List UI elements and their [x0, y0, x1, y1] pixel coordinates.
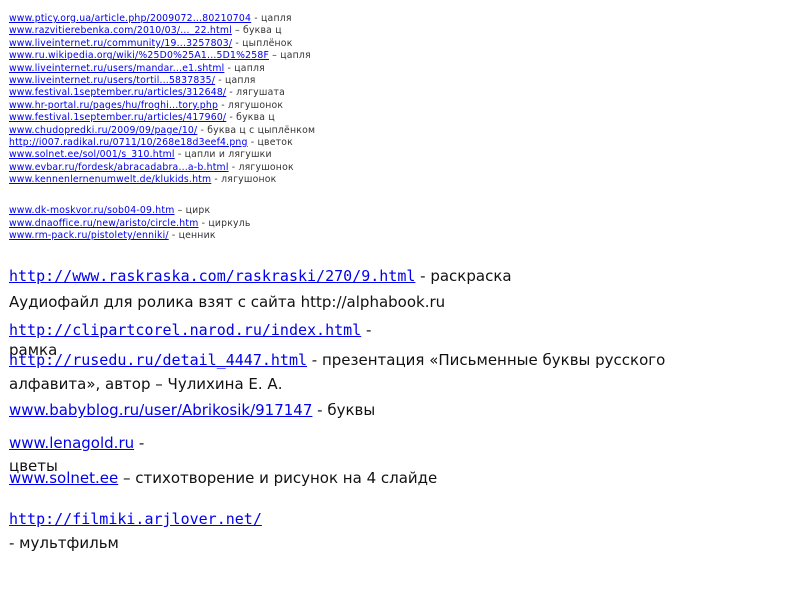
small-link-desc: - лягушата [226, 87, 285, 99]
small-link-line: www.solnet.ee/sol/001/s_310.html - цапли… [9, 149, 709, 161]
small-link-line: www.rm-pack.ru/pistolety/enniki/ - ценни… [9, 230, 709, 242]
small-link-desc: – буква ц [231, 25, 282, 37]
audio-source-text: Аудиофайл для ролика взят с сайта http:/… [9, 293, 446, 311]
small-link-desc: - цапля [251, 13, 292, 24]
small-link-desc: - ценник [168, 230, 216, 242]
small-link[interactable]: www.pticy.org.ua/article.php/2009072...8… [9, 13, 251, 24]
small-link[interactable]: www.festival.1september.ru/articles/4179… [9, 112, 226, 123]
small-link-line: www.evbar.ru/fordesk/abracadabra...a-b.h… [9, 162, 709, 174]
audio-source-line: Аудиофайл для ролика взят с сайта http:/… [9, 292, 569, 313]
small-link[interactable]: www.ru.wikipedia.org/wiki/%25D0%25A1...5… [9, 50, 269, 61]
small-link[interactable]: www.liveinternet.ru/users/tortil...58378… [9, 75, 215, 86]
small-link-line: www.chudopredki.ru/2009/09/page/10/ - бу… [9, 125, 709, 137]
small-links-group-1: www.pticy.org.ua/article.php/2009072...8… [9, 13, 709, 186]
small-link-line: www.festival.1september.ru/articles/3126… [9, 87, 709, 99]
small-link[interactable]: www.evbar.ru/fordesk/abracadabra...a-b.h… [9, 162, 229, 173]
small-link-desc: - буква ц с цыплёнком [197, 124, 316, 136]
small-link-line: www.liveinternet.ru/users/tortil...58378… [9, 75, 709, 87]
filmiki-link[interactable]: http://filmiki.arjlover.net/ [9, 510, 262, 528]
small-link[interactable]: www.dnaoffice.ru/new/aristo/circle.htm [9, 218, 199, 229]
small-link[interactable]: www.festival.1september.ru/articles/3126… [9, 87, 226, 98]
small-link-desc: - цыплёнок [232, 37, 293, 49]
small-link-desc: - цапля [224, 62, 265, 74]
small-links-group-2: www.dk-moskvor.ru/sob04-09.htm – цирк www… [9, 205, 709, 242]
small-link-desc: - цапля [215, 74, 256, 86]
small-link-line: www.kennenlernenumwelt.de/klukids.htm - … [9, 174, 709, 186]
solnet-line: www.solnet.ee – стихотворение и рисунок … [9, 469, 449, 488]
small-link-line: www.festival.1september.ru/articles/4179… [9, 112, 709, 124]
solnet-link[interactable]: www.solnet.ee [9, 469, 118, 487]
small-link[interactable]: www.solnet.ee/sol/001/s_310.html [9, 149, 175, 160]
small-link-desc: – цапля [269, 50, 311, 62]
small-link[interactable]: www.dk-moskvor.ru/sob04-09.htm [9, 205, 174, 216]
small-link[interactable]: www.liveinternet.ru/users/mandar...e1.sh… [9, 63, 224, 74]
small-link-line: www.hr-portal.ru/pages/hu/froghi...tory.… [9, 100, 709, 112]
rusedu-link[interactable]: http://rusedu.ru/detail_4447.html [9, 351, 307, 369]
small-link-desc: - лягушонок [228, 161, 294, 173]
small-link-line: www.dnaoffice.ru/new/aristo/circle.htm -… [9, 218, 709, 230]
filmiki-line: http://filmiki.arjlover.net/ - мультфиль… [9, 507, 262, 555]
babyblog-link[interactable]: www.babyblog.ru/user/Abrikosik/917147 [9, 401, 312, 419]
small-link-desc: - циркуль [198, 217, 251, 229]
babyblog-desc: - буквы [312, 401, 376, 419]
raskraska-desc: - раскраска [415, 267, 512, 285]
list-gap [9, 186, 709, 205]
small-link[interactable]: www.kennenlernenumwelt.de/klukids.htm [9, 174, 211, 185]
raskraska-link[interactable]: http://www.raskraska.com/raskraski/270/9… [9, 267, 415, 285]
small-link-desc: - буква ц [226, 112, 275, 124]
small-link-line: www.pticy.org.ua/article.php/2009072...8… [9, 13, 709, 25]
small-link[interactable]: www.razvitierebenka.com/2010/03/..._22.h… [9, 25, 232, 36]
small-link[interactable]: www.rm-pack.ru/pistolety/enniki/ [9, 230, 169, 241]
small-link-line: www.ru.wikipedia.org/wiki/%25D0%25A1...5… [9, 50, 709, 62]
small-link-line: www.razvitierebenka.com/2010/03/..._22.h… [9, 25, 709, 37]
small-links-list: www.pticy.org.ua/article.php/2009072...8… [9, 13, 709, 243]
clipart-link[interactable]: http://clipartcorel.narod.ru/index.html [9, 321, 361, 339]
filmiki-desc: - мультфильм [9, 534, 119, 552]
small-link[interactable]: www.chudopredki.ru/2009/09/page/10/ [9, 125, 197, 136]
raskraska-line: http://www.raskraska.com/raskraski/270/9… [9, 266, 569, 287]
small-link[interactable]: http://i007.radikal.ru/0711/10/268e18d3e… [9, 137, 248, 148]
small-link-line: www.liveinternet.ru/users/mandar...e1.sh… [9, 63, 709, 75]
small-link-desc: – цирк [174, 205, 211, 217]
solnet-desc: – стихотворение и рисунок на 4 слайде [118, 469, 438, 487]
small-link-line: http://i007.radikal.ru/0711/10/268e18d3e… [9, 137, 709, 149]
small-link[interactable]: www.hr-portal.ru/pages/hu/froghi...tory.… [9, 100, 218, 111]
small-link-line: www.liveinternet.ru/community/19...32578… [9, 38, 709, 50]
small-link-desc: - цапли и лягушки [174, 149, 272, 161]
small-link-line: www.dk-moskvor.ru/sob04-09.htm – цирк [9, 205, 709, 217]
small-link[interactable]: www.liveinternet.ru/community/19...32578… [9, 38, 232, 49]
babyblog-line: www.babyblog.ru/user/Abrikosik/917147 - … [9, 400, 569, 421]
lenagold-link[interactable]: www.lenagold.ru [9, 434, 134, 452]
small-link-desc: - цветок [247, 136, 293, 148]
rusedu-line: http://rusedu.ru/detail_4447.html - през… [9, 348, 729, 396]
small-link-desc: - лягушонок [211, 174, 277, 186]
small-link-desc: - лягушонок [218, 99, 284, 111]
